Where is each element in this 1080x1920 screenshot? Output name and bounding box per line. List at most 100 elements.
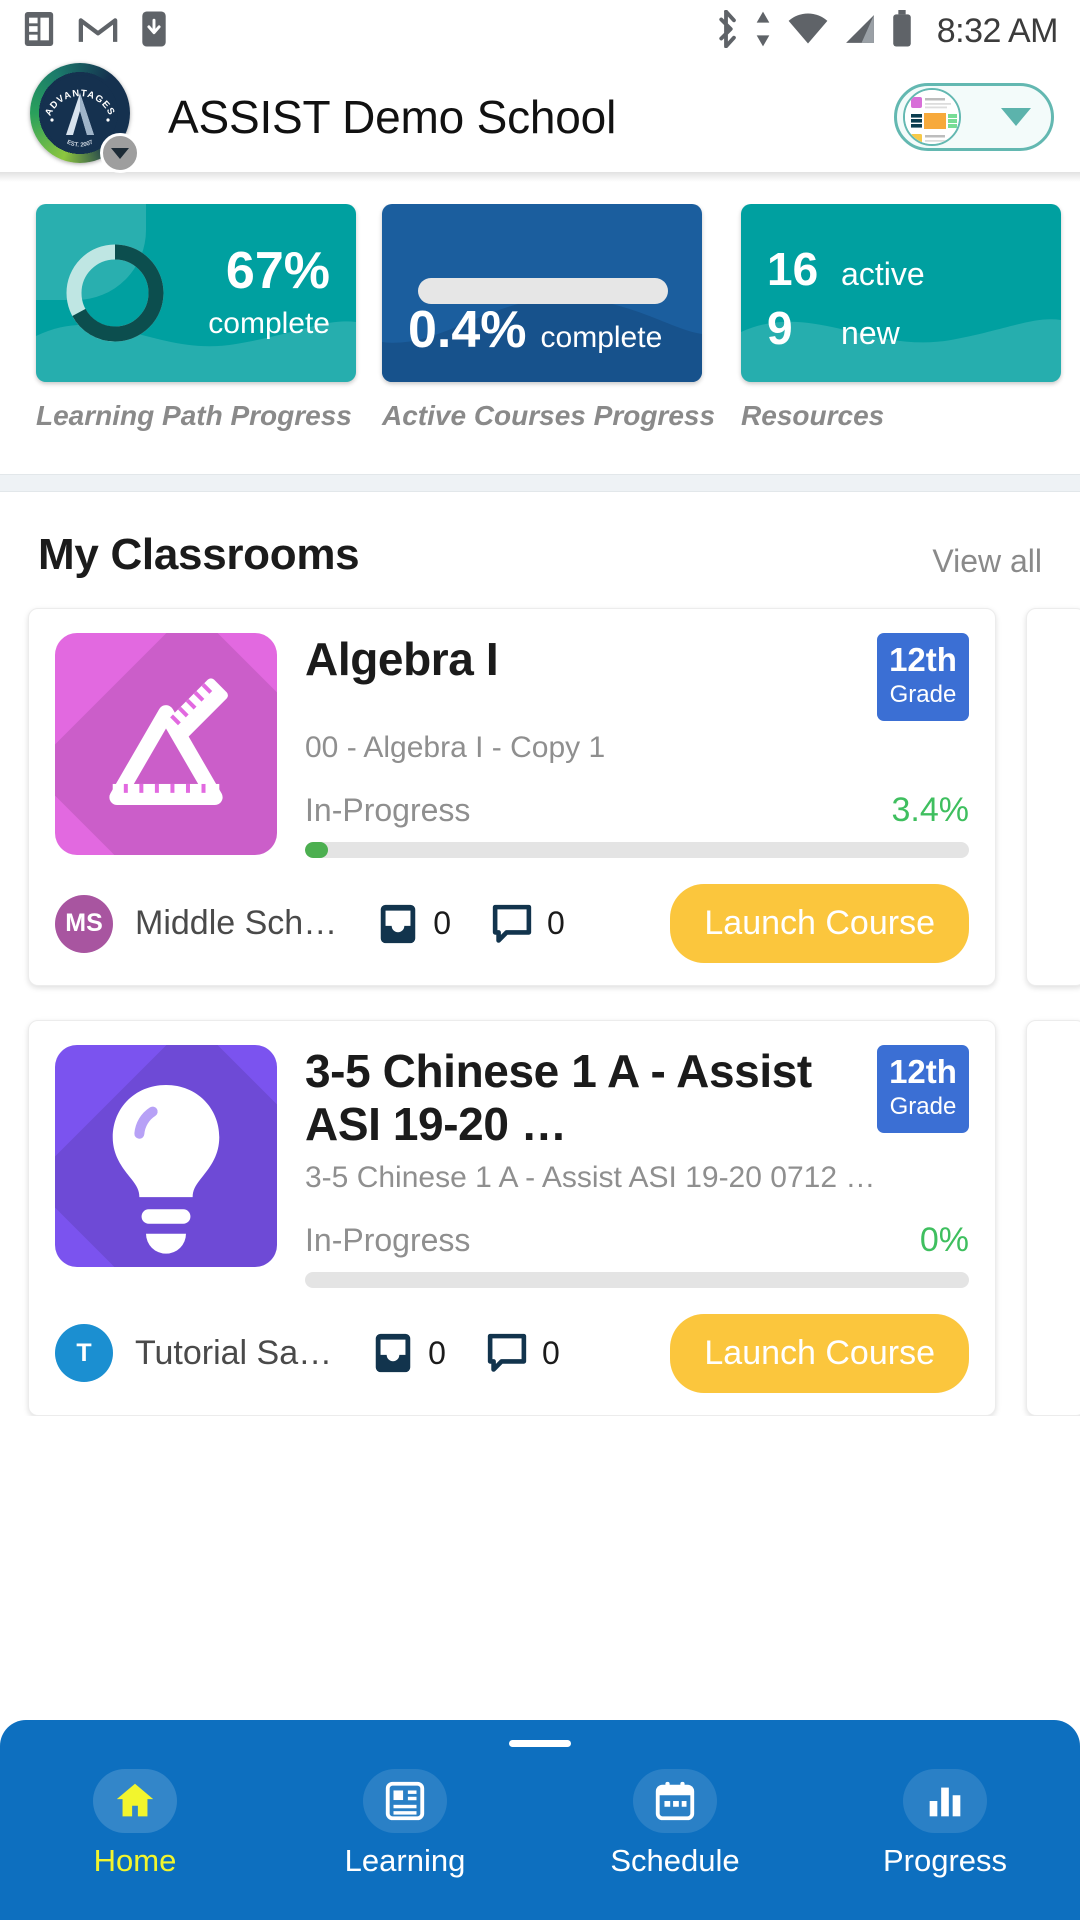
stat-value: 0.4% [408,301,527,359]
stat-card-active-courses[interactable]: 0.4% complete Active Courses Progress [382,204,715,432]
stat-values: 16 active 9 new [767,244,925,361]
course-subtitle: 00 - Algebra I - Copy 1 [305,731,606,764]
progress-percent: 3.4% [891,791,970,829]
nav-item-learning[interactable]: Learning [270,1769,540,1879]
assignments-counter[interactable]: 0 [370,1330,446,1376]
messages-count: 0 [547,905,565,941]
course-title: Algebra I [305,633,499,685]
school-name: Middle Sch… [135,904,338,942]
sync-arrows-icon [753,10,773,53]
calendar-icon [655,1781,695,1821]
grade-word: Grade [889,681,957,708]
nav-label: Learning [344,1843,466,1878]
course-subtitle: 3-5 Chinese 1 A - Assist ASI 19-20 0712 … [305,1160,876,1194]
lightbulb-icon [112,1084,220,1254]
logo-dropdown-badge[interactable] [100,133,140,173]
course-title: 3-5 Chinese 1 A - Assist ASI 19-20 … [305,1045,812,1150]
profile-thumbnail [903,88,961,146]
battery-icon [891,9,913,53]
launch-course-button[interactable]: Launch Course [670,1313,969,1393]
stat-unit: complete [540,321,663,354]
resource-row: 9 new [767,302,925,354]
progress-percent: 0% [919,1220,969,1259]
avatar: T [55,1324,113,1383]
grade-word: Grade [889,1093,957,1120]
resource-label: active [841,256,925,292]
donut-chart [66,244,164,342]
bottom-navigation: Home Learning Schedule Progress [0,1720,1080,1920]
classroom-card-details: 3-5 Chinese 1 A - Assist ASI 19-20 … 12t… [305,1045,969,1288]
stat-value: 67% [225,242,330,300]
view-all-link[interactable]: View all [932,543,1042,580]
profile-thumbnail-artwork [905,90,959,144]
classroom-title-line: Algebra I 12th Grade [305,633,969,721]
nav-label: Schedule [610,1843,740,1878]
launch-course-button[interactable]: Launch Course [670,884,969,963]
cellular-signal-icon [843,12,877,51]
messages-counter[interactable]: 0 [489,901,565,947]
classroom-row: 3-5 Chinese 1 A - Assist ASI 19-20 … 12t… [28,1020,1080,1416]
nav-icon-background [93,1769,177,1833]
wifi-icon [787,12,829,51]
download-to-phone-icon [140,10,168,53]
header-divider [0,172,1080,182]
avatar: MS [55,894,113,953]
classrooms-list[interactable]: Algebra I 12th Grade 00 - Algebra I - Co… [0,580,1080,1416]
stat-card-learning-path[interactable]: 67% complete Learning Path Progress [36,204,356,432]
progress-bar-fill [305,842,328,858]
profile-selector[interactable] [894,83,1054,151]
school-logo[interactable]: ADVANTAGES EST. 2007 [30,63,140,173]
course-thumbnail [55,1045,277,1267]
bar-chart-icon [929,1787,961,1817]
classroom-card-next-peek[interactable] [1026,1020,1080,1416]
stats-carousel[interactable]: 67% complete Learning Path Progress 0.4%… [0,204,1080,432]
nav-icon-background [903,1769,987,1833]
stat-card-resources[interactable]: 16 active 9 new Resources [741,204,1062,432]
resource-row: 16 active [767,244,925,295]
progress-status: In-Progress [305,1221,471,1258]
drag-handle[interactable] [509,1740,571,1747]
nav-icon-background [363,1769,447,1833]
classroom-title-line: 3-5 Chinese 1 A - Assist ASI 19-20 … 12t… [305,1045,969,1151]
inbox-icon [375,1334,411,1373]
status-bar-clock: 8:32 AM [936,11,1059,50]
stat-card-body: 16 active 9 new [741,204,1062,382]
progress-line: In-Progress 0% [305,1195,969,1260]
assignments-count: 0 [428,1334,446,1371]
status-bar-right-icons: 8:32 AM [713,9,1059,53]
stat-card-body: 0.4% complete [382,204,702,382]
grade-badge: 12th Grade [877,633,969,721]
resource-count: 16 [767,243,819,295]
comment-icon [487,1334,527,1373]
school-name: Tutorial Sa… [135,1333,333,1372]
gmail-icon [78,12,118,51]
nav-item-progress[interactable]: Progress [810,1769,1080,1879]
nav-item-home[interactable]: Home [0,1769,270,1879]
comment-icon [492,904,532,943]
assignments-counter[interactable]: 0 [375,901,451,947]
nav-icon-background [633,1769,717,1833]
nav-label: Home [93,1843,177,1878]
messages-counter[interactable]: 0 [484,1330,560,1376]
resource-label: new [841,314,900,351]
classroom-card[interactable]: 3-5 Chinese 1 A - Assist ASI 19-20 … 12t… [28,1020,996,1416]
classroom-card-next-peek[interactable] [1026,608,1080,986]
progress-bar-track [305,842,969,858]
stats-carousel-region: 67% complete Learning Path Progress 0.4%… [0,182,1080,432]
nav-label: Progress [882,1843,1008,1878]
progress-bar-track [305,1271,969,1288]
nav-item-schedule[interactable]: Schedule [540,1769,810,1879]
inbox-icon [380,904,416,943]
classroom-card[interactable]: Algebra I 12th Grade 00 - Algebra I - Co… [28,608,996,986]
progress-status: In-Progress [305,792,471,828]
home-icon [116,1783,154,1817]
course-thumbnail [55,633,277,855]
classroom-card-top: 3-5 Chinese 1 A - Assist ASI 19-20 … 12t… [55,1045,969,1288]
stat-caption: Active Courses Progress [382,400,716,431]
bluetooth-icon [713,9,739,53]
classroom-card-footer: T Tutorial Sa… 0 0 Launch Course [55,1313,969,1393]
grade-badge: 12th Grade [877,1045,969,1133]
stat-unit: complete [208,307,330,340]
chevron-down-icon [111,147,129,159]
ruler-triangle-icon [109,678,228,806]
